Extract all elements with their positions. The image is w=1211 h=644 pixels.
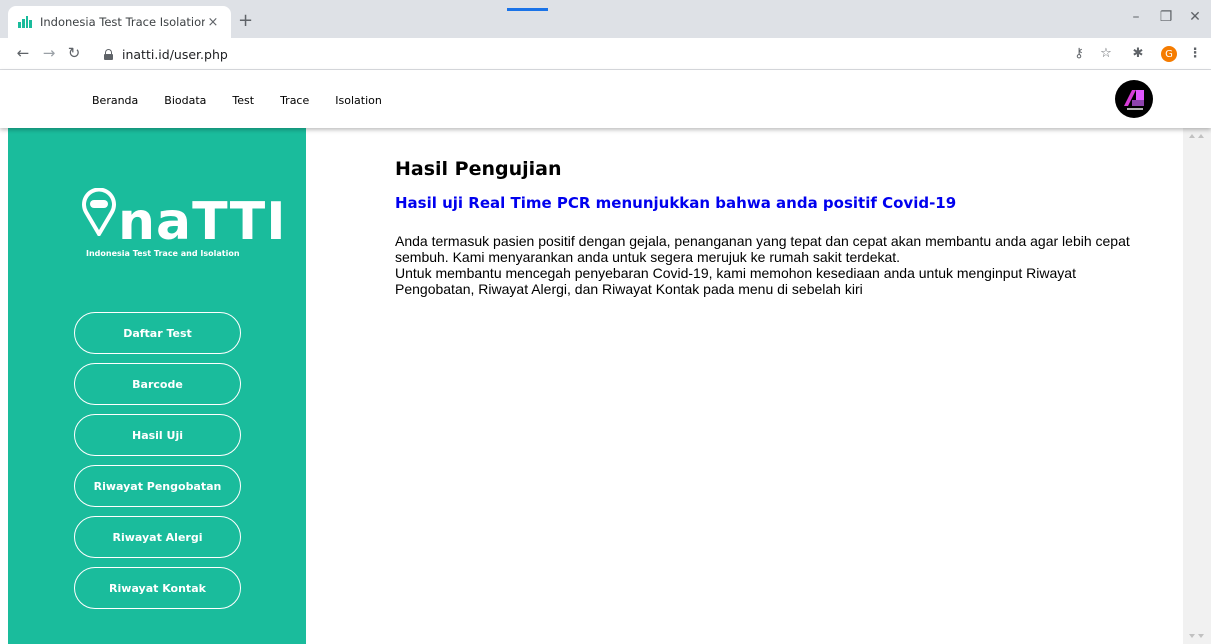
- maximize-button[interactable]: ❐: [1156, 9, 1176, 25]
- star-icon[interactable]: ☆: [1098, 47, 1114, 61]
- paragraph-advice: Anda termasuk pasien positif dengan geja…: [395, 233, 1130, 265]
- vertical-scrollbar[interactable]: [1183, 128, 1211, 644]
- nav-biodata[interactable]: Biodata: [164, 94, 206, 107]
- nav-beranda[interactable]: Beranda: [92, 94, 138, 107]
- riwayat-kontak-button[interactable]: Riwayat Kontak: [74, 567, 241, 609]
- nav-test[interactable]: Test: [232, 94, 254, 107]
- browser-tab-bar: Indonesia Test Trace Isolation × + – ❐ ✕: [0, 0, 1211, 38]
- brand-logo: naTTI Indonesia Test Trace and Isolation: [78, 186, 286, 266]
- paragraph-request: Untuk membantu mencegah penyebaran Covid…: [395, 265, 1076, 297]
- barcode-button[interactable]: Barcode: [74, 363, 241, 405]
- riwayat-alergi-button[interactable]: Riwayat Alergi: [74, 516, 241, 558]
- new-tab-button[interactable]: +: [238, 12, 253, 30]
- location-pin-icon: [82, 188, 116, 236]
- scroll-down-icon[interactable]: [1189, 634, 1195, 638]
- riwayat-pengobatan-button[interactable]: Riwayat Pengobatan: [74, 465, 241, 507]
- browser-tab[interactable]: Indonesia Test Trace Isolation ×: [8, 6, 231, 38]
- lock-icon: [104, 48, 113, 60]
- close-window-button[interactable]: ✕: [1185, 9, 1205, 25]
- address-bar[interactable]: inatti.id/user.php: [104, 45, 1084, 63]
- hasil-uji-button[interactable]: Hasil Uji: [74, 414, 241, 456]
- result-description: Anda termasuk pasien positif dengan geja…: [395, 233, 1135, 297]
- site-header: Beranda Biodata Test Trace Isolation: [0, 70, 1211, 128]
- scroll-up-icon-2: [1198, 134, 1204, 138]
- profile-avatar[interactable]: G: [1161, 46, 1177, 62]
- nav-trace[interactable]: Trace: [280, 94, 309, 107]
- test-result-heading: Hasil uji Real Time PCR menunjukkan bahw…: [395, 194, 957, 212]
- key-icon[interactable]: ⚷: [1071, 47, 1087, 61]
- header-logo[interactable]: [1115, 80, 1153, 118]
- extensions-icon[interactable]: ✱: [1130, 47, 1146, 61]
- logo-mark-icon: [1124, 90, 1144, 110]
- loading-indicator: [507, 8, 548, 11]
- back-icon[interactable]: ←: [14, 45, 32, 61]
- scroll-up-icon[interactable]: [1189, 134, 1195, 138]
- favicon-icon: [18, 16, 32, 28]
- menu-icon[interactable]: ⋮: [1187, 47, 1203, 61]
- tab-title: Indonesia Test Trace Isolation: [40, 15, 205, 29]
- nav-isolation[interactable]: Isolation: [335, 94, 382, 107]
- page-title: Hasil Pengujian: [395, 158, 562, 180]
- browser-toolbar: ← → ↻ inatti.id/user.php ⚷ ☆ ✱ ⋮: [0, 38, 1211, 70]
- brand-name: naTTI: [118, 192, 287, 252]
- scroll-down-icon-2: [1198, 634, 1204, 638]
- tab-close-icon[interactable]: ×: [205, 15, 221, 30]
- daftar-test-button[interactable]: Daftar Test: [74, 312, 241, 354]
- sidebar: naTTI Indonesia Test Trace and Isolation…: [8, 128, 306, 644]
- brand-subtitle: Indonesia Test Trace and Isolation: [86, 249, 240, 258]
- reload-icon[interactable]: ↻: [65, 45, 83, 61]
- minimize-button[interactable]: –: [1126, 9, 1146, 25]
- url-text: inatti.id/user.php: [122, 46, 228, 62]
- site-nav: Beranda Biodata Test Trace Isolation: [92, 94, 408, 107]
- forward-icon[interactable]: →: [40, 45, 58, 61]
- main-content: Hasil Pengujian Hasil uji Real Time PCR …: [306, 128, 1183, 644]
